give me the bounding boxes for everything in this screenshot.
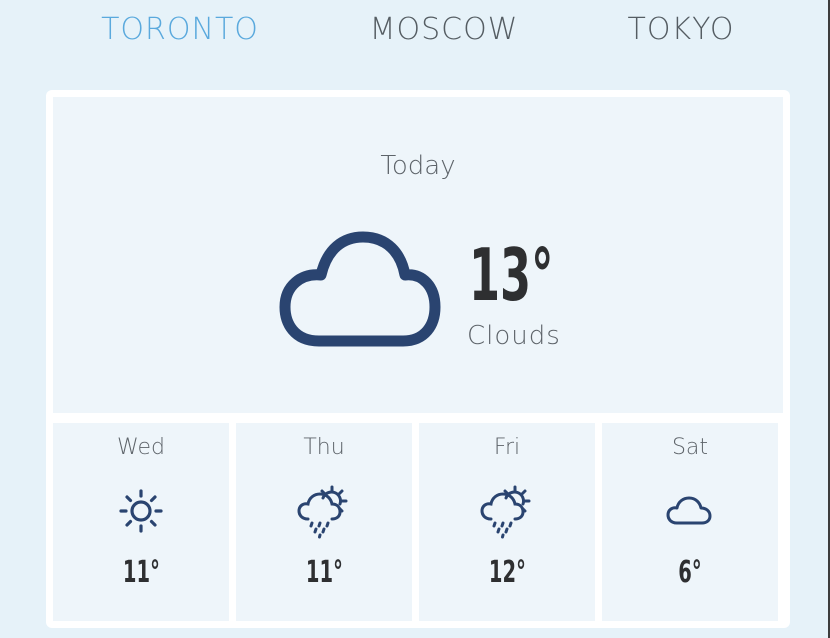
forecast-temperature: 11° (305, 555, 343, 590)
forecast-temperature: 11° (122, 555, 160, 590)
forecast-day-thu: Thu 11° (236, 423, 412, 621)
forecast-temperature: 6° (678, 555, 702, 590)
weather-card: Today 13° Clouds Wed 11° Thu 11° Fri 12°… (46, 90, 790, 628)
tab-tokyo[interactable]: TOKYO (628, 12, 735, 47)
sun-cloud-rain-icon (480, 485, 531, 539)
tab-toronto[interactable]: TORONTO (101, 12, 259, 47)
forecast-day-label: Thu (303, 435, 345, 460)
forecast-day-label: Wed (117, 435, 165, 460)
forecast-day-label: Sat (671, 435, 709, 460)
forecast-day-wed: Wed 11° (53, 423, 229, 621)
tab-moscow[interactable]: MOSCOW (370, 12, 519, 47)
sun-icon (119, 489, 163, 533)
forecast-temperature: 12° (488, 555, 526, 590)
city-tabs: TORONTO MOSCOW TOKYO (0, 0, 830, 70)
today-panel: Today 13° Clouds (53, 97, 783, 413)
sun-cloud-rain-icon (297, 485, 348, 539)
current-temperature: 13° (469, 233, 554, 317)
current-conditions: Clouds (467, 321, 561, 351)
cloud-icon (279, 231, 441, 347)
forecast-day-sat: Sat 6° (602, 423, 778, 621)
today-label: Today (380, 151, 456, 181)
cloud-icon (666, 496, 712, 525)
forecast-day-fri: Fri 12° (419, 423, 595, 621)
forecast-day-label: Fri (493, 435, 521, 460)
